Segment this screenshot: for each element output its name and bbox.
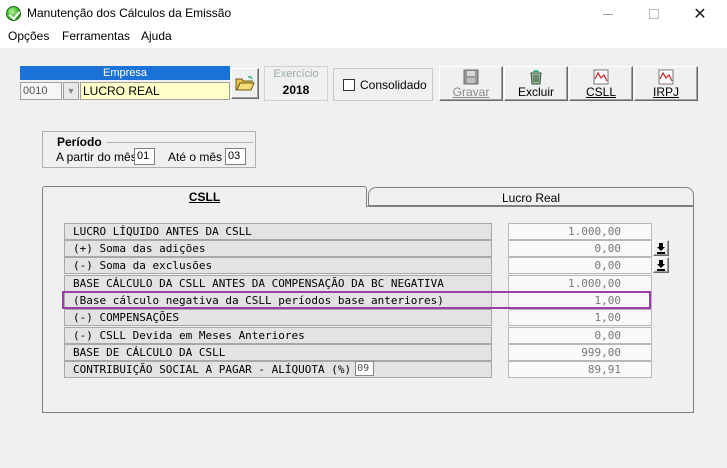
csll-button[interactable]: CSLL <box>569 66 633 101</box>
row-label: BASE CÁLCULO DA CSLL ANTES DA COMPENSAÇÃ… <box>64 275 492 292</box>
row-label: (-) Soma da exclusões <box>64 257 492 274</box>
aliquota-row: CONTRIBUIÇÃO SOCIAL A PAGAR - ALÍQUOTA (… <box>64 361 492 378</box>
exercicio-value: 2018 <box>282 83 310 97</box>
periodo-from-input[interactable]: 01 <box>134 148 155 165</box>
highlight-box <box>62 291 651 309</box>
row-label: (+) Soma das adições <box>64 240 492 257</box>
empresa-lookup-button[interactable]: ▼ <box>63 82 79 100</box>
empresa-name-field[interactable]: LUCRO REAL <box>80 82 230 100</box>
row-value: 999,00 <box>508 344 652 361</box>
aliquota-input[interactable]: 09 <box>355 361 375 376</box>
gravar-button[interactable]: Gravar <box>439 66 503 101</box>
tab-csll[interactable]: CSLL <box>42 186 367 207</box>
maximize-button[interactable] <box>631 0 677 28</box>
exercicio-group: Exercício 2018 <box>264 66 328 101</box>
periodo-from-label: A partir do mês <box>56 150 137 164</box>
periodo-group: Período A partir do mês 01 Até o mês 03 <box>42 131 256 168</box>
row-value: 0,00 <box>508 327 652 344</box>
window-title: Manutenção dos Cálculos da Emissão <box>27 6 232 20</box>
chart-line-icon <box>658 69 674 85</box>
exercicio-label: Exercício <box>273 68 319 80</box>
empresa-label: Empresa <box>20 66 230 80</box>
menu-opcoes[interactable]: Opções <box>8 29 49 43</box>
periodo-title: Período <box>57 135 106 149</box>
row-label: BASE DE CÁLCULO DA CSLL <box>64 344 492 361</box>
excluir-button[interactable]: Excluir <box>504 66 568 101</box>
tab-lucro-real-label: Lucro Real <box>501 191 561 205</box>
row-value: 1.000,00 <box>508 275 652 292</box>
row-label: (-) CSLL Devida em Meses Anteriores <box>64 327 492 344</box>
irpj-button[interactable]: IRPJ <box>634 66 698 101</box>
tab-csll-label: CSLL <box>188 190 221 204</box>
empresa-group: Empresa 0010 ▼ LUCRO REAL <box>20 66 230 101</box>
exclusoes-detail-button[interactable] <box>653 257 669 273</box>
maximize-icon <box>649 9 659 19</box>
row-value: 1,00 <box>508 309 652 326</box>
irpj-label: IRPJ <box>652 85 679 99</box>
minimize-button[interactable] <box>585 0 631 28</box>
tab-lucro-real[interactable]: Lucro Real <box>368 187 694 206</box>
chart-line-icon <box>593 69 609 85</box>
row-value: 0,00 <box>508 240 652 257</box>
row-label: (-) COMPENSAÇÕES <box>64 309 492 326</box>
periodo-to-input[interactable]: 03 <box>225 148 246 165</box>
periodo-divider <box>103 142 253 143</box>
app-check-icon <box>6 6 21 21</box>
adicoes-detail-button[interactable] <box>653 240 669 256</box>
row-label: LUCRO LÍQUIDO ANTES DA CSLL <box>64 223 492 240</box>
row-value: 89,91 <box>508 361 652 378</box>
csll-label: CSLL <box>585 85 617 99</box>
save-disk-icon <box>463 69 479 85</box>
download-arrow-icon <box>657 259 665 271</box>
close-icon: ✕ <box>693 4 707 23</box>
open-folder-button[interactable] <box>231 68 259 99</box>
title-bar: Manutenção dos Cálculos da Emissão ✕ <box>0 0 727 28</box>
gravar-label: Gravar <box>452 85 490 99</box>
tab-join <box>43 205 366 207</box>
row-value: 0,00 <box>508 257 652 274</box>
consolidado-checkbox[interactable] <box>343 79 355 91</box>
empresa-code-input[interactable]: 0010 <box>20 82 62 100</box>
consolidado-label[interactable]: Consolidado <box>360 78 427 92</box>
excluir-label: Excluir <box>517 85 554 99</box>
trash-bin-icon <box>530 70 542 85</box>
periodo-to-label: Até o mês <box>168 150 223 164</box>
row-value: 1.000,00 <box>508 223 652 240</box>
download-arrow-icon <box>657 242 665 254</box>
folder-open-icon <box>235 75 255 90</box>
consolidado-group: Consolidado <box>333 68 433 101</box>
menu-bar: Opções Ferramentas Ajuda <box>0 28 727 48</box>
menu-ferramentas[interactable]: Ferramentas <box>62 29 130 43</box>
minimize-icon <box>603 13 613 15</box>
arrow-down-icon: ▼ <box>66 86 76 96</box>
close-button[interactable]: ✕ <box>677 0 723 28</box>
row-label: CONTRIBUIÇÃO SOCIAL A PAGAR - ALÍQUOTA (… <box>73 363 352 376</box>
menu-ajuda[interactable]: Ajuda <box>141 29 172 43</box>
